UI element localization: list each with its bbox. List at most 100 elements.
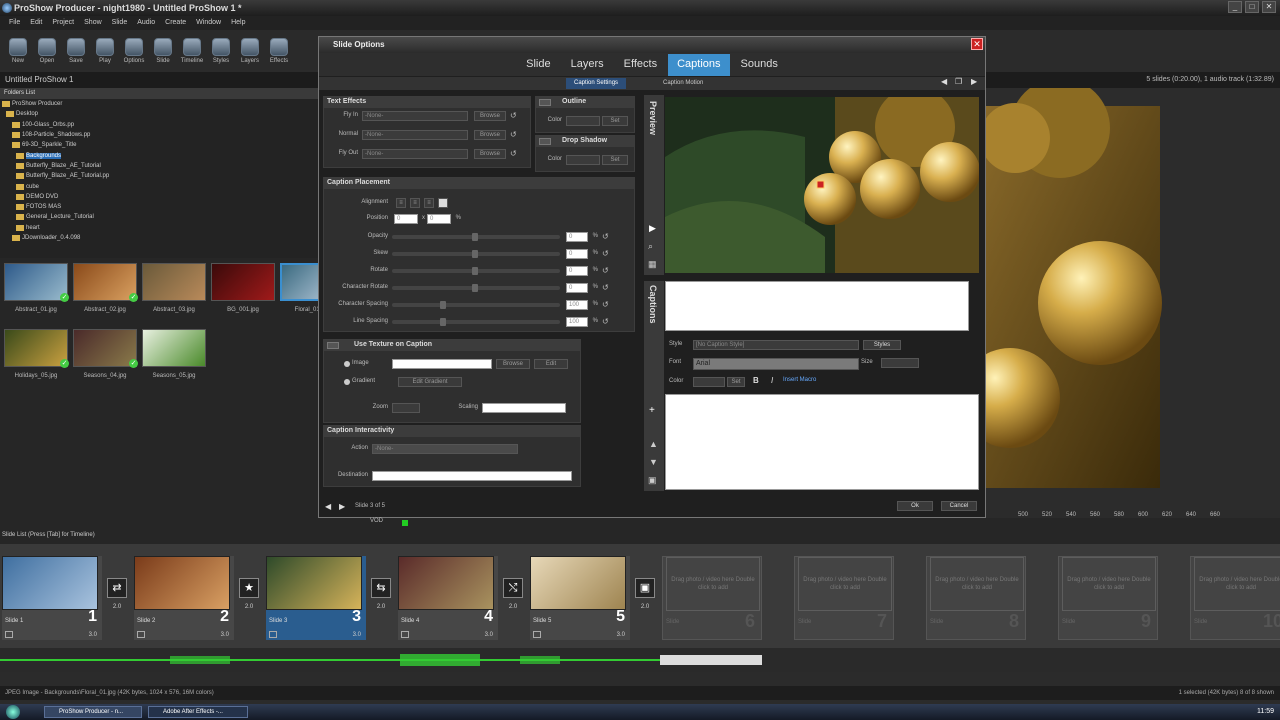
reset-icon[interactable]: ↺ <box>602 300 609 309</box>
destination-input[interactable] <box>372 471 572 481</box>
slider-handle[interactable] <box>440 318 446 326</box>
folder-item[interactable]: Desktop <box>0 109 320 119</box>
tab-sounds[interactable]: Sounds <box>732 54 787 76</box>
next-arrow-icon[interactable]: ▶ <box>971 77 977 86</box>
slide-duration[interactable]: 3.0 <box>617 632 625 638</box>
bold-button[interactable]: B <box>753 376 759 385</box>
font-select[interactable]: Arial <box>693 358 859 370</box>
transition-icon[interactable]: ★ <box>239 578 259 598</box>
maximize-button[interactable]: □ <box>1245 1 1259 13</box>
slide-thumbnail[interactable]: Slide 2 2 3.0 <box>134 556 234 640</box>
slider-value-input[interactable]: 0 <box>566 249 588 259</box>
audio-track[interactable] <box>0 648 1280 672</box>
reset-icon[interactable]: ↺ <box>510 111 517 120</box>
insert-macro-link[interactable]: Insert Macro <box>783 377 816 383</box>
action-select[interactable]: -None- <box>372 444 518 454</box>
slide-duration[interactable]: 3.0 <box>221 632 229 638</box>
menu-slide[interactable]: Slide <box>112 19 128 30</box>
file-thumbnail[interactable] <box>4 263 68 301</box>
file-thumbnail[interactable] <box>4 329 68 367</box>
transition-icon[interactable]: ▣ <box>635 578 655 598</box>
slider-handle[interactable] <box>472 267 478 275</box>
size-select[interactable] <box>881 358 919 368</box>
slide-duration[interactable]: 3.0 <box>89 632 97 638</box>
zoom-icon[interactable]: ⌕ <box>648 241 653 252</box>
texture-toggle[interactable] <box>327 342 339 349</box>
drop-shadow-color-swatch[interactable] <box>566 155 600 165</box>
tab-effects[interactable]: Effects <box>615 54 666 76</box>
slider-handle[interactable] <box>472 250 478 258</box>
slide-play-icon[interactable] <box>5 631 13 638</box>
transition-icon[interactable]: ⇄ <box>107 578 127 598</box>
zoom-input[interactable] <box>392 403 420 413</box>
slider-handle[interactable] <box>440 301 446 309</box>
reset-icon[interactable]: ↺ <box>602 232 609 241</box>
slide-thumbnail[interactable]: Slide 4 4 3.0 <box>398 556 498 640</box>
toolbar-slide-button[interactable]: Slide <box>150 30 176 70</box>
slider-value-input[interactable]: 0 <box>566 283 588 293</box>
text-effect-browse-button[interactable]: Browse <box>474 149 506 159</box>
slider-track[interactable] <box>392 250 560 258</box>
edit-gradient-button[interactable]: Edit Gradient <box>398 377 462 387</box>
caption-anchor-icon[interactable] <box>816 180 825 189</box>
menu-help[interactable]: Help <box>231 19 245 30</box>
slide-thumbnail[interactable]: Slide 5 5 3.0 <box>530 556 630 640</box>
slide-play-icon[interactable] <box>533 631 541 638</box>
texture-image-input[interactable] <box>392 359 492 369</box>
start-button-icon[interactable] <box>6 705 20 719</box>
file-thumbnail[interactable] <box>142 263 206 301</box>
folder-item[interactable]: Butterfly_Blaze_AE_Tutorial.pp <box>0 171 320 181</box>
menu-show[interactable]: Show <box>84 19 102 30</box>
folder-item[interactable]: Butterfly_Blaze_AE_Tutorial <box>0 161 320 171</box>
tab-caption-motion[interactable]: Caption Motion <box>655 78 711 89</box>
toolbar-effects-button[interactable]: Effects <box>266 30 292 70</box>
align-left-icon[interactable]: ≡ <box>396 198 406 208</box>
file-thumbnail[interactable] <box>142 329 206 367</box>
tab-layers[interactable]: Layers <box>562 54 613 76</box>
move-up-icon[interactable]: ▲ <box>649 439 658 449</box>
texture-browse-button[interactable]: Browse <box>496 359 530 369</box>
folder-item[interactable]: 108-Particle_Shadows.pp <box>0 130 320 140</box>
slide-play-icon[interactable] <box>269 631 277 638</box>
add-caption-icon[interactable]: + <box>649 405 655 416</box>
slider-track[interactable] <box>392 318 560 326</box>
slide-duration[interactable]: 3.0 <box>485 632 493 638</box>
slider-handle[interactable] <box>472 284 478 292</box>
transition-duration[interactable]: 2.0 <box>371 604 391 610</box>
slide-thumbnail[interactable]: Slide 1 1 3.0 <box>2 556 102 640</box>
grid-icon[interactable]: ▦ <box>648 259 657 270</box>
slide-duration[interactable]: 3.0 <box>353 632 361 638</box>
align-right-icon[interactable]: ≡ <box>424 198 434 208</box>
transition-icon[interactable]: ⤭ <box>503 578 523 598</box>
slider-track[interactable] <box>392 284 560 292</box>
toolbar-layers-button[interactable]: Layers <box>237 30 263 70</box>
previous-slide-icon[interactable]: ◀ <box>325 502 331 511</box>
folder-item[interactable]: cube <box>0 181 320 191</box>
transition-duration[interactable]: 2.0 <box>239 604 259 610</box>
menu-project[interactable]: Project <box>52 19 74 30</box>
taskbar-item-after-effects[interactable]: Adobe After Effects -... <box>148 706 248 718</box>
menu-window[interactable]: Window <box>196 19 221 30</box>
tab-captions[interactable]: Captions <box>668 54 730 76</box>
empty-slide-slot[interactable]: Drag photo / video here Double click to … <box>794 556 894 640</box>
folder-item[interactable]: heart <box>0 223 320 233</box>
cancel-button[interactable]: Cancel <box>941 501 977 511</box>
reset-icon[interactable]: ↺ <box>602 317 609 326</box>
file-thumbnail[interactable] <box>211 263 275 301</box>
slider-value-input[interactable]: 100 <box>566 317 588 327</box>
next-slide-icon[interactable]: ▶ <box>339 502 345 511</box>
reset-icon[interactable]: ↺ <box>602 249 609 258</box>
position-x-input[interactable]: 0 <box>394 214 418 224</box>
empty-slide-slot[interactable]: Drag photo / video here Double click to … <box>662 556 762 640</box>
slider-track[interactable] <box>392 301 560 309</box>
reset-icon[interactable]: ↺ <box>510 130 517 139</box>
taskbar-item-proshow[interactable]: ProShow Producer - n... <box>44 706 142 718</box>
reset-icon[interactable]: ↺ <box>602 266 609 275</box>
folder-item[interactable]: ProShow Producer <box>0 99 320 109</box>
transition-duration[interactable]: 2.0 <box>503 604 523 610</box>
dialog-close-button[interactable]: ✕ <box>971 38 983 50</box>
text-effect-browse-button[interactable]: Browse <box>474 111 506 121</box>
transition-duration[interactable]: 2.0 <box>635 604 655 610</box>
align-center-icon[interactable]: ≡ <box>410 198 420 208</box>
outline-color-swatch[interactable] <box>566 116 600 126</box>
